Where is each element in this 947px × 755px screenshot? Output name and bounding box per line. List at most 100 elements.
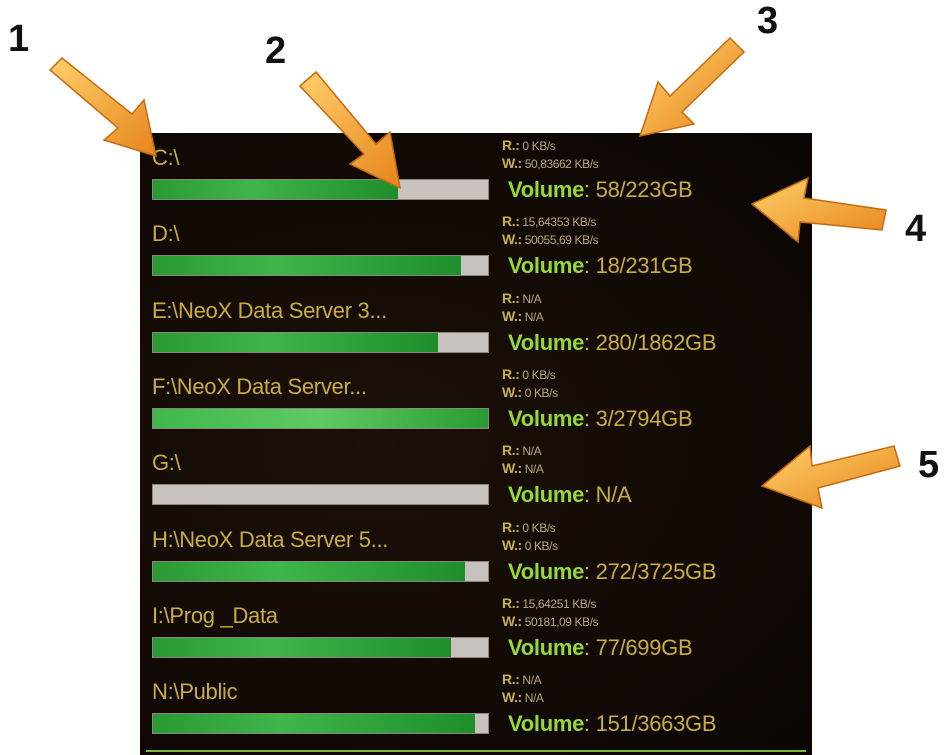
- usage-bar-fill: [153, 256, 462, 275]
- volume-info: Volume: 151/3663GB: [508, 711, 717, 737]
- usage-bar: [152, 713, 489, 734]
- read-key: R.:: [502, 213, 520, 229]
- drive-label: E:\NeoX Data Server 3...: [152, 298, 387, 323]
- usage-bar-fill: [153, 409, 488, 428]
- read-speed: R.: 0 KB/s: [502, 519, 556, 535]
- arrow-icon: [638, 36, 746, 138]
- volume-key: Volume: [508, 406, 585, 431]
- volume-info: Volume: 3/2794GB: [508, 406, 693, 432]
- usage-bar: [152, 255, 489, 276]
- read-speed: R.: N/A: [502, 442, 542, 458]
- drive-label: H:\NeoX Data Server 5...: [152, 527, 389, 552]
- read-key: R.:: [502, 442, 520, 458]
- volume-value: : 3/2794GB: [584, 406, 693, 431]
- arrow-icon: [298, 70, 401, 190]
- panel-bottom-border: [146, 750, 806, 752]
- write-value: N/A: [524, 462, 544, 476]
- usage-bar: [152, 408, 489, 429]
- write-value: 0 KB/s: [524, 386, 558, 400]
- write-key: W.:: [502, 460, 522, 476]
- read-key: R.:: [502, 366, 520, 382]
- drive-label: N:\Public: [152, 679, 238, 704]
- callout-number-4: 4: [905, 208, 927, 250]
- volume-info: Volume: 58/223GB: [508, 177, 693, 203]
- write-value: 0 KB/s: [524, 539, 558, 553]
- drive-label: F:\NeoX Data Server...: [152, 374, 367, 399]
- write-key: W.:: [502, 308, 522, 324]
- read-key: R.:: [502, 595, 520, 611]
- read-speed: R.: N/A: [502, 671, 542, 687]
- drive-label: D:\: [152, 221, 180, 246]
- write-speed: W.: N/A: [502, 308, 544, 324]
- volume-info: Volume: 272/3725GB: [508, 559, 717, 585]
- write-speed: W.: 50181,09 KB/s: [502, 613, 599, 629]
- read-value: 0 KB/s: [522, 139, 556, 153]
- write-value: N/A: [524, 691, 544, 705]
- write-speed: W.: 0 KB/s: [502, 384, 558, 400]
- volume-key: Volume: [508, 559, 585, 584]
- drive-row: D:\ R.: 15,64353 KB/s W.: 50055,69 KB/s Vol…: [140, 209, 812, 285]
- volume-key: Volume: [508, 177, 585, 202]
- volume-info: Volume: N/A: [508, 482, 632, 508]
- read-speed: R.: 15,64353 KB/s: [502, 213, 596, 229]
- drive-row: H:\NeoX Data Server 5... R.: 0 KB/s W.: 0 …: [140, 515, 812, 591]
- read-value: 15,64251 KB/s: [522, 597, 596, 611]
- volume-value: : N/A: [584, 482, 632, 507]
- volume-value: : 58/223GB: [584, 177, 693, 202]
- read-speed: R.: 15,64251 KB/s: [502, 595, 596, 611]
- usage-bar-fill: [153, 714, 475, 733]
- drive-row: I:\Prog _Data R.: 15,64251 KB/s W.: 50181,…: [140, 591, 812, 667]
- volume-key: Volume: [508, 711, 585, 736]
- volume-key: Volume: [508, 330, 585, 355]
- drive-row: F:\NeoX Data Server... R.: 0 KB/s W.: 0 KB…: [140, 362, 812, 438]
- usage-bar: [152, 561, 489, 582]
- read-value: 0 KB/s: [522, 368, 556, 382]
- usage-bar: [152, 332, 489, 353]
- callout-number-2: 2: [265, 30, 287, 72]
- read-value: N/A: [522, 292, 542, 306]
- read-value: N/A: [522, 673, 542, 687]
- arrow-icon: [750, 176, 887, 244]
- volume-value: : 151/3663GB: [584, 711, 717, 736]
- write-key: W.:: [502, 155, 522, 171]
- drive-label: G:\: [152, 450, 181, 475]
- volume-value: : 18/231GB: [584, 253, 693, 278]
- write-key: W.:: [502, 537, 522, 553]
- drive-row: C:\ R.: 0 KB/s W.: 50,83662 KB/s Volume: 58…: [140, 133, 812, 209]
- read-key: R.:: [502, 137, 520, 153]
- volume-key: Volume: [508, 635, 585, 660]
- read-value: 0 KB/s: [522, 521, 556, 535]
- write-value: 50181,09 KB/s: [524, 615, 599, 629]
- volume-key: Volume: [508, 482, 585, 507]
- write-key: W.:: [502, 613, 522, 629]
- read-key: R.:: [502, 290, 520, 306]
- drive-row: N:\Public R.: N/A W.: N/A Volume: 151/3663G…: [140, 667, 812, 743]
- volume-value: : 280/1862GB: [584, 330, 717, 355]
- write-speed: W.: N/A: [502, 689, 544, 705]
- write-key: W.:: [502, 231, 522, 247]
- callout-number-5: 5: [918, 444, 940, 486]
- read-value: N/A: [522, 444, 542, 458]
- arrow-icon: [760, 444, 901, 510]
- usage-bar-fill: [153, 333, 438, 352]
- volume-info: Volume: 280/1862GB: [508, 330, 717, 356]
- write-speed: W.: 50,83662 KB/s: [502, 155, 599, 171]
- write-value: N/A: [524, 310, 544, 324]
- volume-value: : 77/699GB: [584, 635, 693, 660]
- read-speed: R.: 0 KB/s: [502, 366, 556, 382]
- write-value: 50,83662 KB/s: [524, 157, 599, 171]
- drive-monitor-panel: C:\ R.: 0 KB/s W.: 50,83662 KB/s Volume: 58…: [140, 133, 812, 755]
- usage-bar: [152, 484, 489, 505]
- write-value: 50055,69 KB/s: [524, 233, 599, 247]
- read-speed: R.: 0 KB/s: [502, 137, 556, 153]
- drive-row: G:\ R.: N/A W.: N/A Volume: N/A: [140, 438, 812, 514]
- drive-row: E:\NeoX Data Server 3... R.: N/A W.: N/A Vo…: [140, 286, 812, 362]
- callout-number-1: 1: [8, 18, 30, 60]
- arrow-icon: [48, 56, 158, 158]
- usage-bar: [152, 637, 489, 658]
- write-key: W.:: [502, 689, 522, 705]
- volume-info: Volume: 18/231GB: [508, 253, 693, 279]
- read-value: 15,64353 KB/s: [522, 215, 596, 229]
- read-key: R.:: [502, 519, 520, 535]
- read-key: R.:: [502, 671, 520, 687]
